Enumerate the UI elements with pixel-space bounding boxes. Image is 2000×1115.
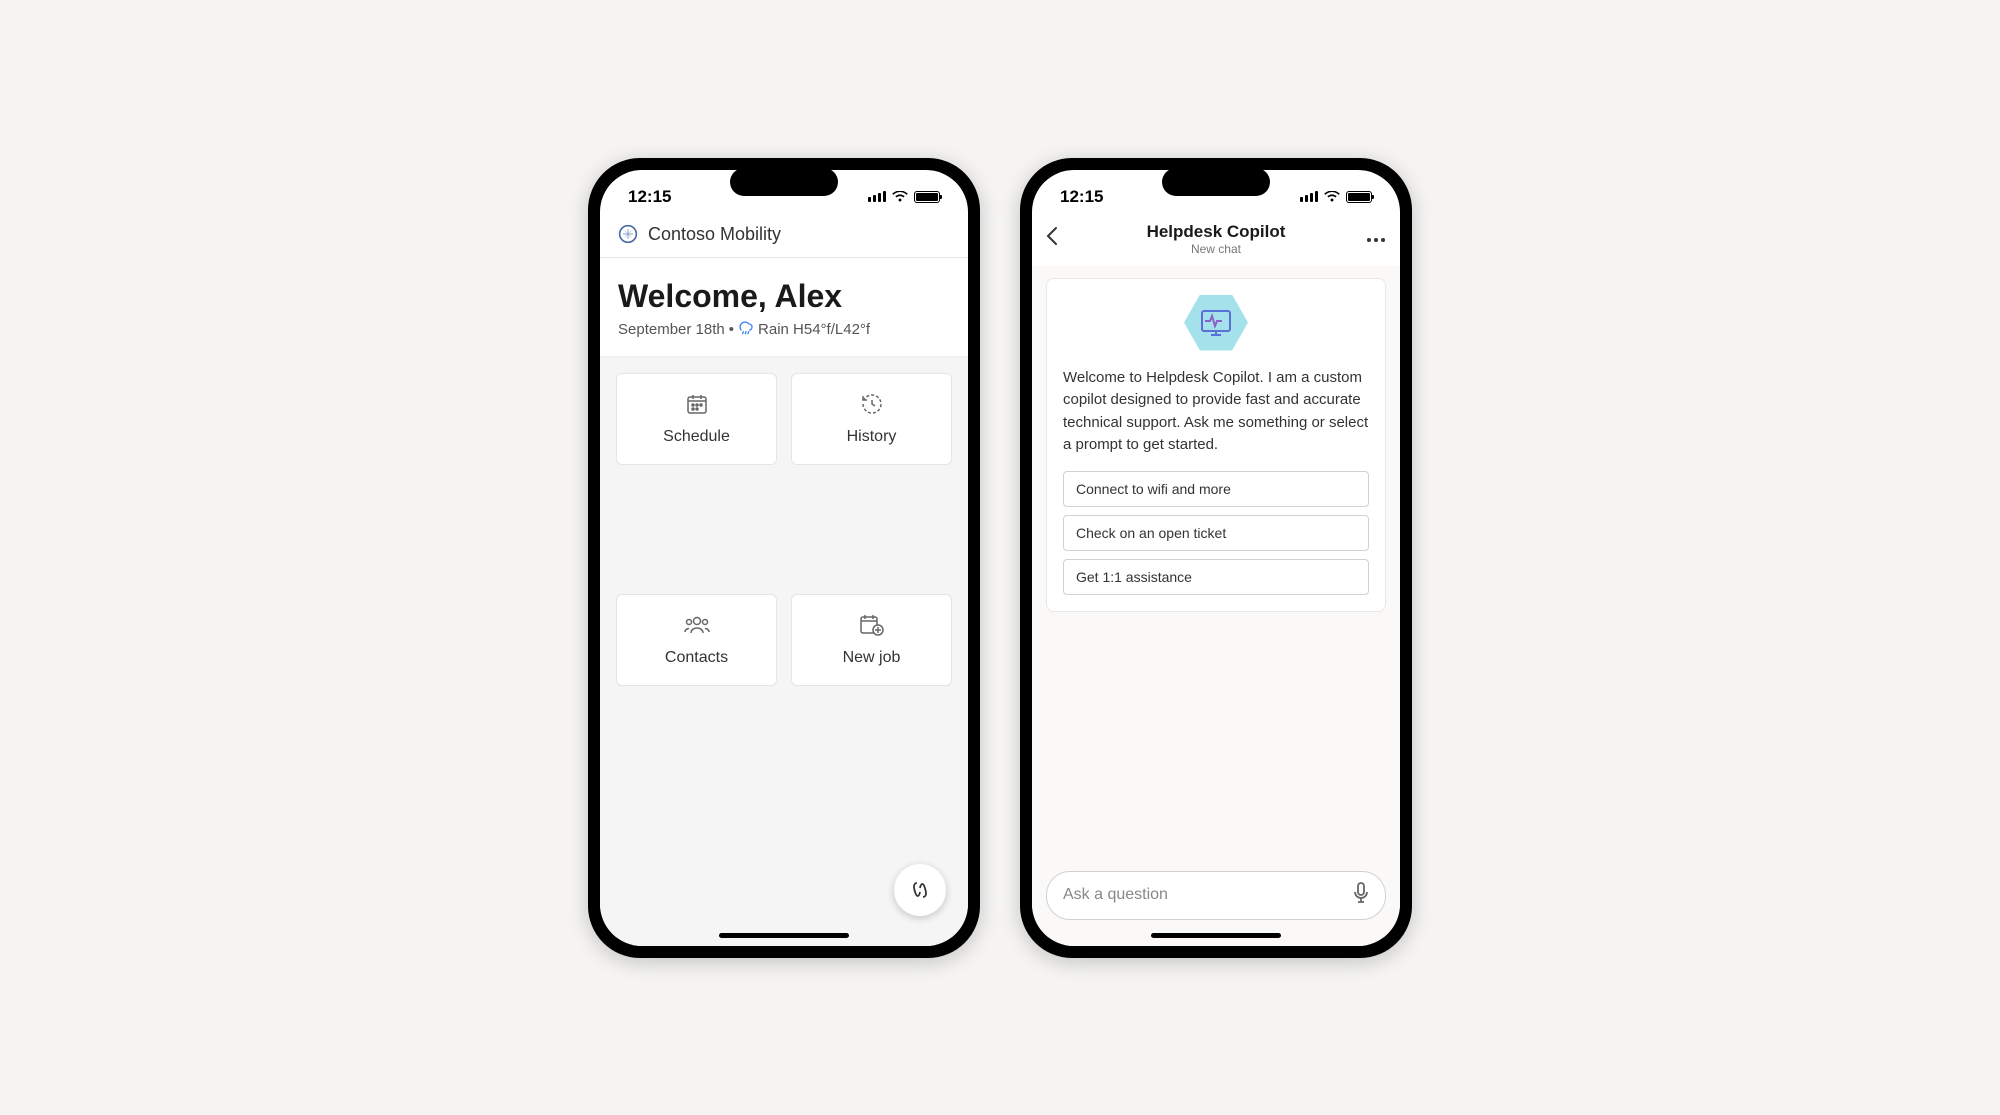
home-indicator[interactable] bbox=[719, 933, 849, 938]
monitor-pulse-icon bbox=[1199, 308, 1233, 338]
status-icons bbox=[868, 191, 940, 203]
phone-mockup-home: 12:15 Contoso Mobility bbox=[588, 158, 980, 958]
more-button[interactable] bbox=[1362, 230, 1386, 248]
prompt-item-wifi[interactable]: Connect to wifi and more bbox=[1063, 471, 1369, 507]
prompt-list: Connect to wifi and more Check on an ope… bbox=[1063, 471, 1369, 595]
copilot-fab[interactable] bbox=[894, 864, 946, 916]
welcome-title: Welcome, Alex bbox=[618, 278, 950, 315]
tile-label: Contacts bbox=[665, 649, 728, 667]
app-logo-icon bbox=[618, 224, 638, 244]
chevron-left-icon bbox=[1046, 226, 1058, 246]
prompt-item-assistance[interactable]: Get 1:1 assistance bbox=[1063, 559, 1369, 595]
tiles-grid: Schedule History C bbox=[600, 357, 968, 946]
chat-subtitle: New chat bbox=[1147, 242, 1286, 256]
dynamic-island bbox=[1162, 168, 1270, 196]
battery-icon bbox=[914, 191, 940, 203]
microphone-icon bbox=[1353, 882, 1369, 904]
chat-intro-text: Welcome to Helpdesk Copilot. I am a cust… bbox=[1063, 367, 1369, 457]
chat-body: Welcome to Helpdesk Copilot. I am a cust… bbox=[1032, 266, 1400, 859]
new-job-icon bbox=[859, 613, 885, 637]
chat-input-container[interactable] bbox=[1046, 871, 1386, 920]
weather-text: Rain H54°f/L42°f bbox=[758, 321, 870, 338]
calendar-icon bbox=[685, 392, 709, 416]
tile-label: History bbox=[847, 428, 897, 446]
tile-label: New job bbox=[843, 649, 901, 667]
rain-icon bbox=[738, 321, 754, 337]
status-time: 12:15 bbox=[628, 187, 671, 207]
tile-schedule[interactable]: Schedule bbox=[616, 373, 777, 465]
more-horizontal-icon bbox=[1366, 237, 1386, 243]
chat-welcome-card: Welcome to Helpdesk Copilot. I am a cust… bbox=[1046, 278, 1386, 612]
chat-input-field[interactable] bbox=[1063, 886, 1353, 904]
signal-icon bbox=[868, 191, 886, 202]
signal-icon bbox=[1300, 191, 1318, 202]
contacts-icon bbox=[683, 613, 711, 637]
dynamic-island bbox=[730, 168, 838, 196]
chat-title: Helpdesk Copilot bbox=[1147, 222, 1286, 242]
mic-button[interactable] bbox=[1353, 882, 1369, 909]
back-button[interactable] bbox=[1046, 226, 1070, 251]
status-icons bbox=[1300, 191, 1372, 203]
phone-mockup-chat: 12:15 Helpdesk Copilot bbox=[1020, 158, 1412, 958]
tile-new-job[interactable]: New job bbox=[791, 594, 952, 686]
app-name: Contoso Mobility bbox=[648, 224, 781, 245]
app-header: Contoso Mobility bbox=[600, 218, 968, 258]
wifi-icon bbox=[1324, 191, 1340, 203]
tile-history[interactable]: History bbox=[791, 373, 952, 465]
history-icon bbox=[860, 392, 884, 416]
battery-icon bbox=[1346, 191, 1372, 203]
tile-contacts[interactable]: Contacts bbox=[616, 594, 777, 686]
tile-label: Schedule bbox=[663, 428, 730, 446]
welcome-section: Welcome, Alex September 18th • Rain H54°… bbox=[600, 258, 968, 357]
copilot-icon bbox=[908, 878, 932, 902]
welcome-date: September 18th bbox=[618, 321, 725, 338]
welcome-subtitle: September 18th • Rain H54°f/L42°f bbox=[618, 321, 950, 338]
chat-header: Helpdesk Copilot New chat bbox=[1032, 218, 1400, 266]
prompt-item-ticket[interactable]: Check on an open ticket bbox=[1063, 515, 1369, 551]
wifi-icon bbox=[892, 191, 908, 203]
bot-avatar bbox=[1063, 295, 1369, 351]
status-time: 12:15 bbox=[1060, 187, 1103, 207]
home-indicator[interactable] bbox=[1151, 933, 1281, 938]
